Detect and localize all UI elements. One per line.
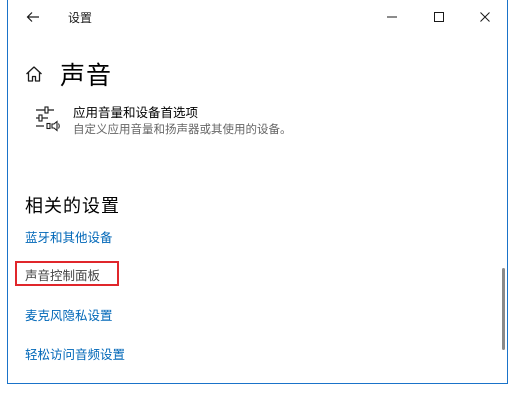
link-bluetooth-devices[interactable]: 蓝牙和其他设备	[25, 227, 113, 246]
title-bar: 设置	[8, 0, 507, 34]
minimize-icon	[387, 16, 397, 18]
settings-window: 设置 声音 应用音量和设备首选项 自定义应用音量和扬声器或其使用的设备。 相关的…	[7, 0, 508, 384]
option-title: 应用音量和设备首选项	[73, 105, 199, 120]
maximize-icon	[434, 12, 444, 22]
window-title: 设置	[68, 11, 93, 25]
option-text: 应用音量和设备首选项 自定义应用音量和扬声器或其使用的设备。	[73, 104, 292, 138]
scrollbar-thumb[interactable]	[502, 268, 505, 350]
close-button[interactable]	[463, 4, 507, 30]
back-button[interactable]	[16, 4, 50, 30]
highlight-box	[15, 261, 119, 286]
link-ease-of-access-audio[interactable]: 轻松访问音频设置	[25, 344, 125, 363]
back-arrow-icon	[26, 12, 39, 22]
minimize-button[interactable]	[370, 4, 414, 30]
close-icon	[480, 12, 490, 22]
page-header: 声音	[24, 52, 112, 96]
home-icon[interactable]	[24, 64, 44, 84]
link-microphone-privacy[interactable]: 麦克风隐私设置	[25, 305, 113, 324]
app-volume-option[interactable]: 应用音量和设备首选项 自定义应用音量和扬声器或其使用的设备。	[35, 104, 292, 138]
mixer-sliders-speaker-icon	[36, 106, 60, 132]
related-settings-heading: 相关的设置	[25, 196, 120, 217]
maximize-button[interactable]	[417, 4, 461, 30]
page-title: 声音	[60, 61, 113, 90]
option-description: 自定义应用音量和扬声器或其使用的设备。	[73, 122, 292, 136]
